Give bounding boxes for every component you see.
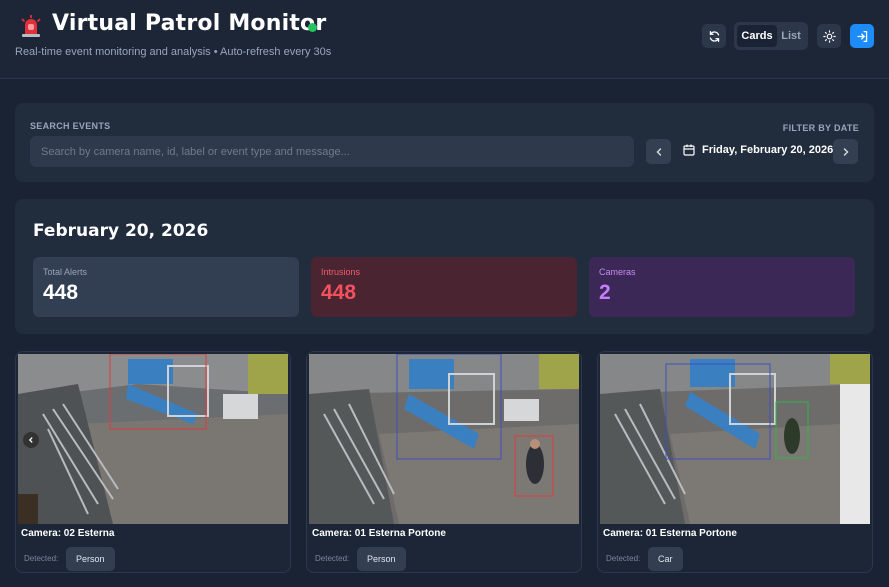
chevron-left-icon	[655, 147, 661, 156]
card-camera-name: Camera: 01 Esterna Portone	[312, 528, 446, 539]
camera-snapshot-image	[600, 354, 870, 524]
card-detected-badge: Car	[648, 547, 683, 571]
camera-snapshot-image	[309, 354, 579, 524]
view-toggle: Cards List	[734, 22, 808, 50]
date-picker[interactable]: Friday, February 20, 2026	[683, 144, 833, 156]
calendar-icon	[683, 144, 695, 156]
event-snapshot[interactable]	[18, 354, 288, 524]
search-label: SEARCH EVENTS	[30, 121, 111, 131]
event-card[interactable]: Camera: 01 Esterna Portone Detected: Car	[597, 351, 873, 573]
chevron-left-icon	[28, 437, 33, 443]
stat-intrusions: Intrusions 448	[311, 257, 577, 317]
theme-toggle-button[interactable]	[817, 24, 841, 48]
stat-value: 448	[43, 281, 79, 304]
selected-date: Friday, February 20, 2026	[702, 144, 834, 156]
search-input[interactable]	[30, 136, 634, 167]
search-panel: SEARCH EVENTS FILTER BY DATE Friday, Feb…	[15, 103, 874, 182]
app-header: Virtual Patrol Monitor Real-time event m…	[0, 0, 889, 79]
summary-date-title: February 20, 2026	[33, 221, 209, 241]
card-detected-label: Detected:	[606, 554, 641, 563]
stat-label: Total Alerts	[43, 267, 88, 277]
summary-panel: February 20, 2026 Total Alerts 448 Intru…	[15, 199, 874, 334]
card-detected-badge: Person	[66, 547, 115, 571]
sun-icon	[822, 29, 836, 43]
app-title: Virtual Patrol Monitor	[52, 11, 327, 36]
event-card[interactable]: Camera: 01 Esterna Portone Detected: Per…	[306, 351, 582, 573]
stat-total-alerts: Total Alerts 448	[33, 257, 299, 317]
card-camera-name: Camera: 01 Esterna Portone	[603, 528, 737, 539]
previous-date-button[interactable]	[646, 139, 671, 164]
card-camera-name: Camera: 02 Esterna	[21, 528, 115, 539]
filter-date-label: FILTER BY DATE	[782, 123, 859, 133]
event-snapshot[interactable]	[309, 354, 579, 524]
live-status-dot	[308, 23, 317, 32]
siren-icon	[21, 15, 41, 37]
login-button[interactable]	[850, 24, 874, 48]
stat-label: Intrusions	[321, 267, 361, 277]
chevron-right-icon	[843, 147, 849, 156]
view-list-tab[interactable]: List	[777, 25, 805, 47]
event-card[interactable]: Camera: 02 Esterna Detected: Person	[15, 351, 291, 573]
stat-value: 2	[599, 281, 611, 304]
stat-cameras: Cameras 2	[589, 257, 855, 317]
stat-label: Cameras	[599, 267, 636, 277]
stat-value: 448	[321, 281, 357, 304]
event-snapshot[interactable]	[600, 354, 870, 524]
next-date-button[interactable]	[833, 139, 858, 164]
card-detected-label: Detected:	[315, 554, 350, 563]
camera-snapshot-image	[18, 354, 288, 524]
view-cards-tab[interactable]: Cards	[737, 25, 777, 47]
card-detected-label: Detected:	[24, 554, 59, 563]
previous-image-button[interactable]	[23, 432, 39, 448]
refresh-icon	[709, 30, 719, 42]
login-icon	[856, 30, 867, 42]
refresh-button[interactable]	[702, 24, 726, 48]
app-subtitle: Real-time event monitoring and analysis …	[15, 46, 332, 58]
card-detected-badge: Person	[357, 547, 406, 571]
